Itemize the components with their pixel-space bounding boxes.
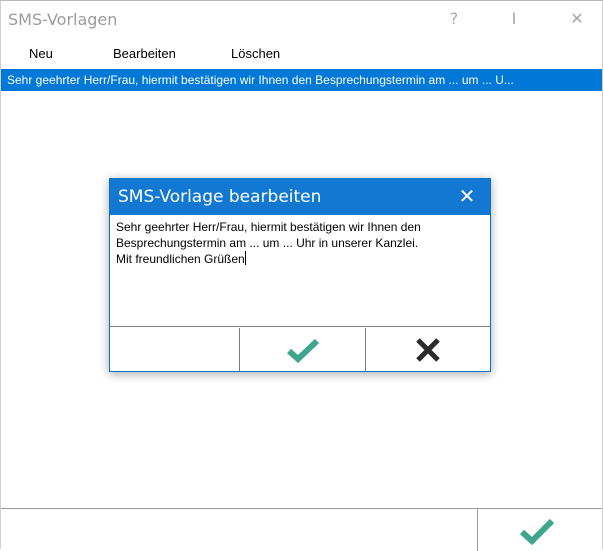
help-button[interactable]: ? — [439, 8, 469, 30]
bottom-divider — [477, 509, 478, 551]
checkmark-icon — [519, 518, 555, 546]
title-bar: SMS-Vorlagen ? I ✕ — [1, 1, 602, 38]
window-close-button[interactable]: ✕ — [562, 8, 592, 30]
list-item[interactable]: Sehr geehrter Herr/Frau, hiermit bestäti… — [1, 69, 602, 91]
text-line: Sehr geehrter Herr/Frau, hiermit bestäti… — [116, 220, 421, 234]
text-caret — [244, 251, 246, 265]
dialog-actions — [110, 328, 490, 371]
menu-item-edit[interactable]: Bearbeiten — [113, 46, 176, 61]
checkmark-icon — [286, 338, 319, 363]
menu-item-new[interactable]: Neu — [29, 46, 53, 61]
menu-item-delete[interactable]: Löschen — [231, 46, 280, 61]
dialog-title: SMS-Vorlage bearbeiten — [118, 187, 322, 207]
confirm-button[interactable] — [519, 517, 555, 546]
empty-action-cell — [110, 328, 240, 371]
window-title: SMS-Vorlagen — [8, 10, 118, 29]
menu-bar: Neu Bearbeiten Löschen — [1, 43, 602, 65]
text-line: Mit freundlichen Grüßen — [116, 252, 245, 266]
template-text-area[interactable]: Sehr geehrter Herr/Frau, hiermit bestäti… — [110, 215, 490, 327]
dialog-title-bar: SMS-Vorlage bearbeiten ✕ — [110, 179, 490, 215]
pin-button[interactable]: I — [499, 8, 529, 30]
dialog-confirm-button[interactable] — [240, 328, 366, 371]
x-icon — [416, 337, 440, 362]
text-line: Besprechungstermin am ... um ... Uhr in … — [116, 236, 419, 250]
dialog-cancel-button[interactable] — [366, 328, 490, 371]
edit-template-dialog: SMS-Vorlage bearbeiten ✕ Sehr geehrter H… — [109, 178, 491, 372]
bottom-bar — [1, 508, 602, 551]
dialog-close-button[interactable]: ✕ — [456, 186, 478, 208]
